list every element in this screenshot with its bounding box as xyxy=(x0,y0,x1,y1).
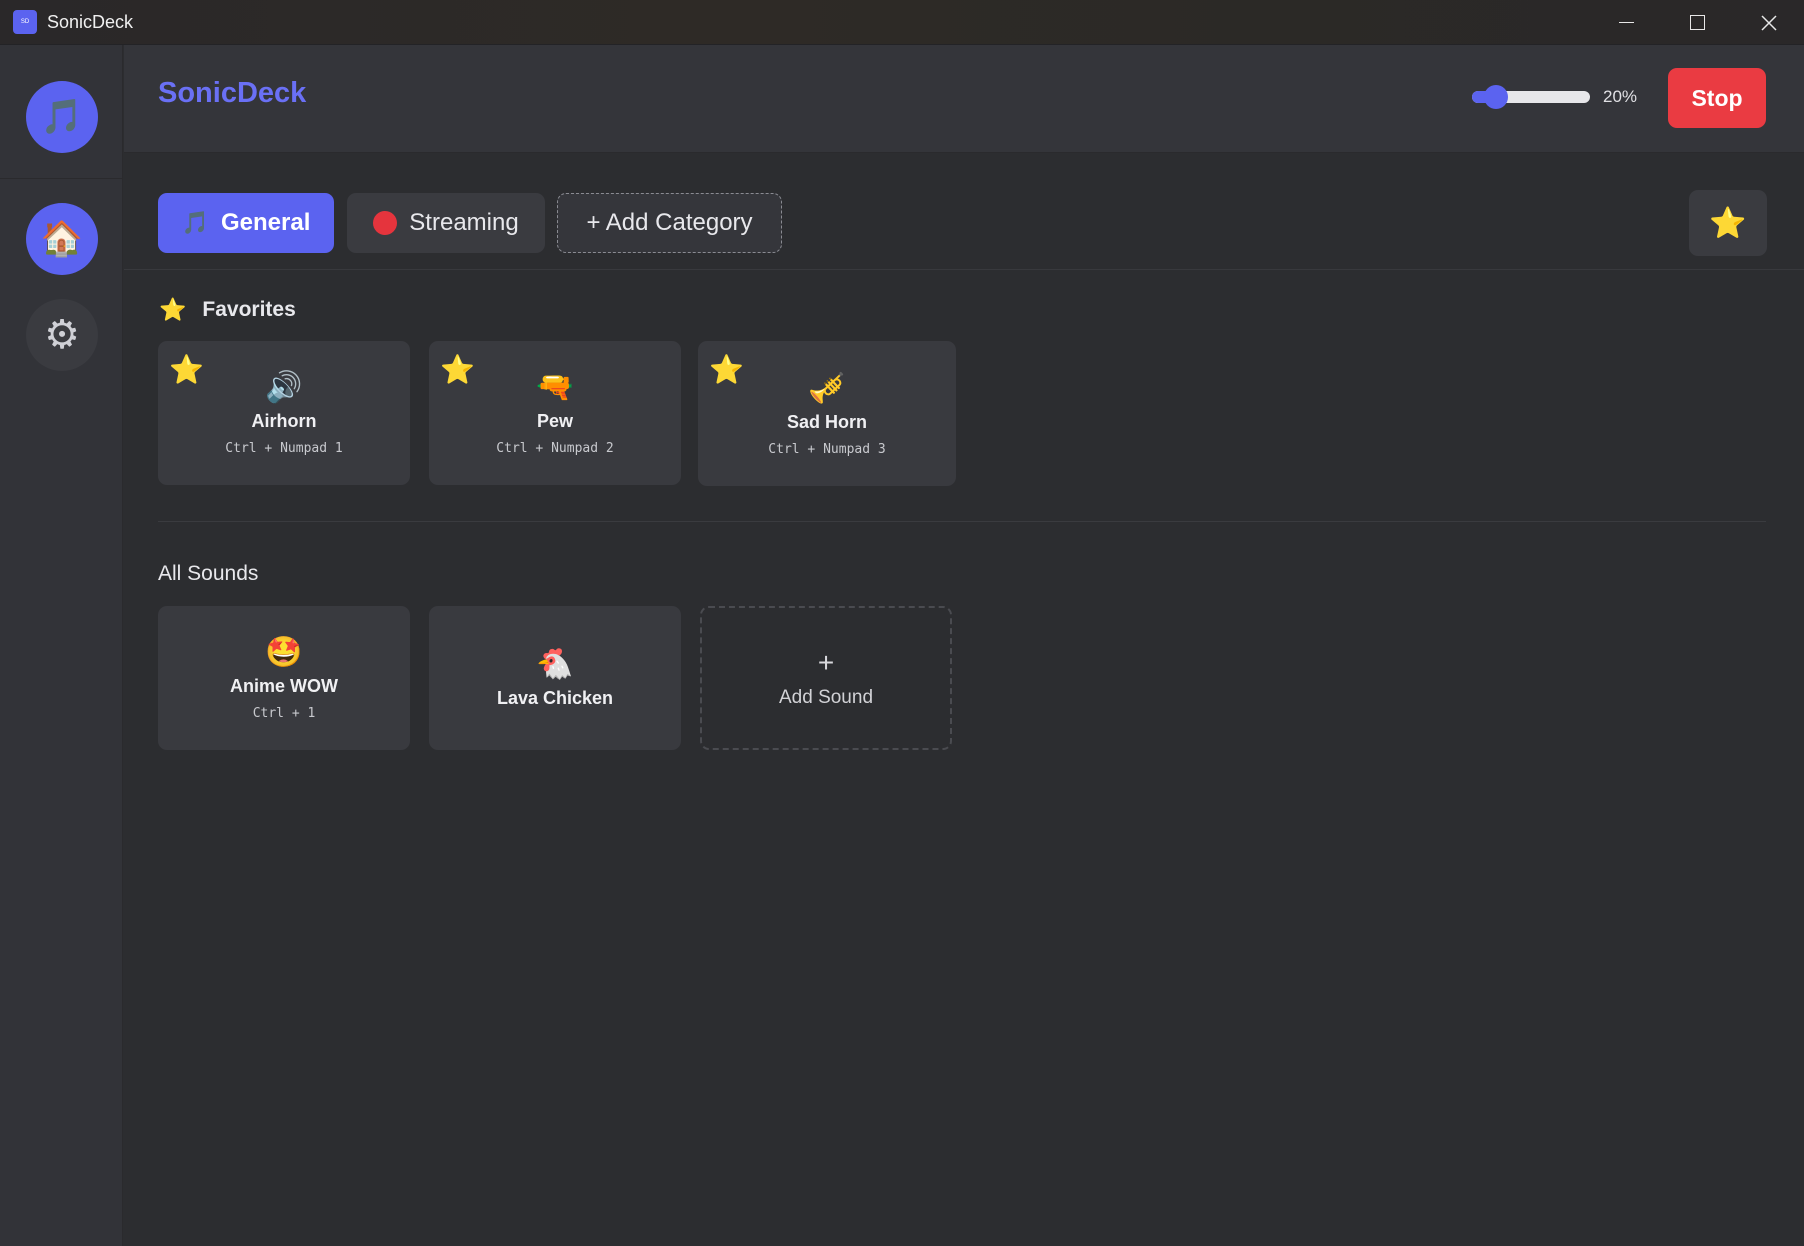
app-icon: SD xyxy=(13,10,37,34)
tab-general[interactable]: 🎵 General xyxy=(158,193,334,253)
volume-slider-thumb[interactable] xyxy=(1484,85,1508,109)
trumpet-icon: 🎺 xyxy=(808,371,846,405)
stop-button[interactable]: Stop xyxy=(1668,68,1766,128)
volume-slider[interactable] xyxy=(1472,85,1590,109)
tab-streaming[interactable]: Streaming xyxy=(347,193,545,253)
window-controls xyxy=(1591,0,1804,45)
sound-hotkey: Ctrl + Numpad 2 xyxy=(496,441,614,456)
plus-icon: + xyxy=(817,647,835,678)
chicken-icon: 🐔 xyxy=(536,648,574,681)
sound-hotkey: Ctrl + Numpad 1 xyxy=(225,441,343,456)
section-divider xyxy=(158,521,1766,522)
sound-hotkey: Ctrl + Numpad 3 xyxy=(768,441,886,457)
tab-label: General xyxy=(221,209,311,236)
add-category-button[interactable]: + Add Category xyxy=(557,193,782,253)
star-struck-icon: 🤩 xyxy=(265,636,303,669)
water-pistol-icon: 🔫 xyxy=(536,371,574,404)
favorites-title: Favorites xyxy=(202,298,296,321)
maximize-icon xyxy=(1690,15,1705,30)
minimize-icon xyxy=(1619,22,1634,23)
all-sounds-heading: All Sounds xyxy=(158,562,259,585)
tab-label: Streaming xyxy=(409,209,519,236)
close-icon xyxy=(1760,14,1777,31)
sidebar-item-settings[interactable]: ⚙ xyxy=(26,299,98,371)
sound-name: Pew xyxy=(536,411,574,431)
sound-card-lava-chicken[interactable]: 🐔 Lava Chicken xyxy=(429,606,681,750)
volume-percentage: 20% xyxy=(1603,87,1638,106)
sound-name: Anime WOW xyxy=(230,676,338,696)
red-circle-icon xyxy=(373,211,398,235)
maximize-button[interactable] xyxy=(1662,0,1733,45)
sound-card-airhorn[interactable]: ⭐ 🔊 Airhorn Ctrl + Numpad 1 xyxy=(158,341,410,485)
gear-icon: ⚙ xyxy=(44,313,80,357)
sidebar-item-home[interactable]: 🏠 xyxy=(26,203,98,275)
add-sound-button[interactable]: + Add Sound xyxy=(700,606,952,750)
volume-control: 20% xyxy=(1472,85,1638,109)
sound-card-sad-horn[interactable]: ⭐ 🎺 Sad Horn Ctrl + Numpad 3 xyxy=(698,341,956,486)
window-titlebar: SD SonicDeck xyxy=(0,0,1804,45)
music-note-icon: 🎵 xyxy=(181,210,209,235)
star-icon: ⭐ xyxy=(1709,206,1747,240)
favorite-star-icon[interactable]: ⭐ xyxy=(709,353,744,386)
sidebar-divider xyxy=(0,178,123,179)
favorite-star-icon[interactable]: ⭐ xyxy=(169,353,204,386)
close-button[interactable] xyxy=(1733,0,1804,45)
favorites-heading: ⭐ Favorites xyxy=(159,297,296,323)
minimize-button[interactable] xyxy=(1591,0,1662,45)
window-title: SonicDeck xyxy=(47,11,134,32)
sound-name: Sad Horn xyxy=(786,411,867,432)
favorite-star-icon[interactable]: ⭐ xyxy=(440,353,475,386)
star-icon: ⭐ xyxy=(159,297,187,322)
favorites-filter-button[interactable]: ⭐ xyxy=(1689,190,1767,256)
brand-title: SonicDeck xyxy=(158,77,307,109)
sidebar: 🎵 🏠 ⚙ xyxy=(0,45,123,1246)
sound-card-pew[interactable]: ⭐ 🔫 Pew Ctrl + Numpad 2 xyxy=(429,341,681,485)
sound-hotkey: Ctrl + 1 xyxy=(252,706,316,721)
category-tabs: 🎵 General Streaming + Add Category ⭐ xyxy=(124,154,1804,270)
house-icon: 🏠 xyxy=(40,220,84,258)
music-note-icon: 🎵 xyxy=(26,81,98,153)
speaker-icon: 🔊 xyxy=(265,371,303,404)
header: SonicDeck 20% Stop xyxy=(124,45,1804,153)
sound-name: Airhorn xyxy=(251,411,317,431)
add-sound-label: Add Sound xyxy=(778,687,874,708)
sound-card-anime-wow[interactable]: 🤩 Anime WOW Ctrl + 1 xyxy=(158,606,410,750)
sound-name: Lava Chicken xyxy=(496,688,614,708)
